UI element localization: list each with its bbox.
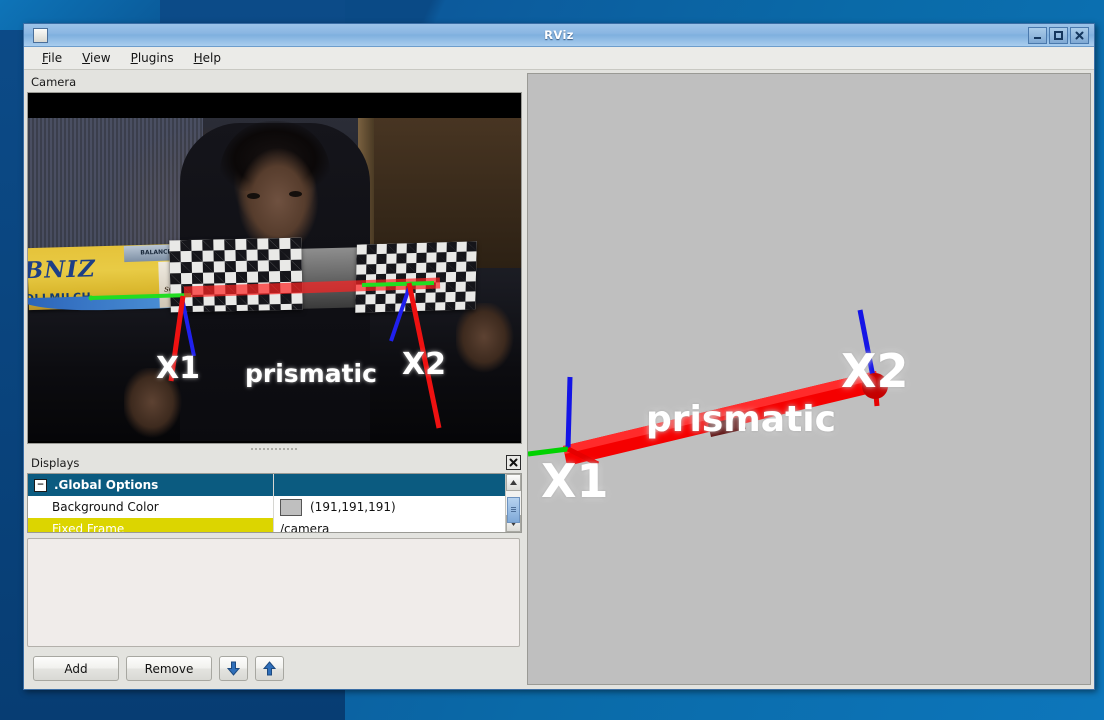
scroll-up-icon [510,480,517,485]
scrollbar-grip-icon [511,507,516,512]
camera-panel-title-label: Camera [31,75,76,89]
menu-help-label: elp [203,51,221,65]
background-color-swatch[interactable] [280,499,302,516]
menu-help-mnemonic: H [194,51,203,65]
left-dock: Camera BNIZ [27,73,524,685]
tree-row-global-options-label: .Global Options [54,478,158,492]
camera-panel: Camera BNIZ [27,73,524,444]
close-panel-icon [509,458,518,467]
minimize-button[interactable] [1028,27,1047,44]
displays-panel: Displays − .Global Options Background Co… [27,453,524,685]
view3d-label-frame1: X1 [541,454,608,508]
ar-axis-y-frame1 [90,295,191,298]
scrollbar-track[interactable] [506,491,521,515]
maximize-icon [1054,31,1063,40]
menu-plugins-label: lugins [138,51,174,65]
rviz-window: RViz File View Plugins Help Camera [23,23,1095,690]
move-down-button[interactable] [219,656,248,681]
window-controls [1028,27,1091,44]
window-body: Camera BNIZ [24,70,1094,689]
background-color-value: (191,191,191) [310,500,396,514]
minimize-icon [1033,31,1042,40]
tree-row-background-color-label: Background Color [28,500,159,514]
collapse-icon[interactable]: − [34,479,47,492]
close-button[interactable] [1070,27,1089,44]
fixed-frame-value: /camera [280,522,329,533]
window-title: RViz [24,28,1094,42]
arrow-down-icon [226,661,241,676]
displays-panel-title: Displays [27,453,524,473]
menu-plugins-mnemonic: P [131,51,138,65]
remove-button[interactable]: Remove [126,656,212,681]
scroll-up-button[interactable] [506,474,521,491]
displays-tree-value-column: (191,191,191) /camera [274,474,521,532]
tree-row-fixed-frame-label: Fixed Frame [28,522,124,533]
tree-row-global-options[interactable]: − .Global Options [28,474,273,496]
scrollbar-thumb[interactable] [507,497,520,523]
arrow-up-icon [262,661,277,676]
displays-panel-title-label: Displays [31,456,79,470]
splitter-grip-icon [250,447,298,451]
window-icon[interactable] [33,28,48,43]
ar-axis-y-frame2 [362,283,434,285]
ar-label-frame2: X2 [402,347,446,382]
view3d-label-frame2: X2 [841,344,908,398]
camera-image-view[interactable]: BNIZ OLLMILCH BALANCE SPART! sehr gut [27,92,522,444]
camera-panel-title: Camera [27,73,524,92]
camera-ar-overlay [28,93,521,443]
close-icon [1075,31,1084,40]
maximize-button[interactable] [1049,27,1068,44]
menu-file[interactable]: File [32,49,72,67]
ar-label-joint: prismatic [245,359,377,388]
menu-view[interactable]: View [72,49,120,67]
ar-axis-z-frame2 [391,285,410,341]
displays-tree-property-column: − .Global Options Background Color Fixed… [28,474,274,532]
display-description-area [27,538,520,647]
menu-file-label: ile [48,51,62,65]
tree-row-fixed-frame[interactable]: Fixed Frame [28,518,273,533]
3d-scene [528,74,1090,684]
displays-tree-scrollbar[interactable] [505,474,521,532]
ar-label-frame1: X1 [156,351,200,386]
tree-row-background-color[interactable]: Background Color [28,496,273,518]
frame1-z-axis [568,377,570,448]
tree-value-global-options [274,474,521,496]
panel-splitter[interactable] [27,444,520,453]
window-titlebar: RViz [24,24,1094,47]
add-button[interactable]: Add [33,656,119,681]
3d-render-view[interactable]: X1 X2 prismatic [527,73,1091,685]
menu-view-label: iew [90,51,111,65]
tree-value-fixed-frame[interactable]: /camera [274,518,521,533]
menu-help[interactable]: Help [184,49,231,67]
ar-axis-y-frame1-tip [89,296,94,301]
tree-value-background-color[interactable]: (191,191,191) [274,496,521,518]
displays-panel-close-button[interactable] [506,455,521,470]
menu-view-mnemonic: V [82,51,90,65]
view3d-label-joint: prismatic [646,399,836,440]
menubar: File View Plugins Help [24,47,1094,70]
menu-plugins[interactable]: Plugins [121,49,184,67]
move-up-button[interactable] [255,656,284,681]
displays-tree[interactable]: − .Global Options Background Color Fixed… [27,473,522,533]
displays-button-bar: Add Remove [27,647,524,685]
